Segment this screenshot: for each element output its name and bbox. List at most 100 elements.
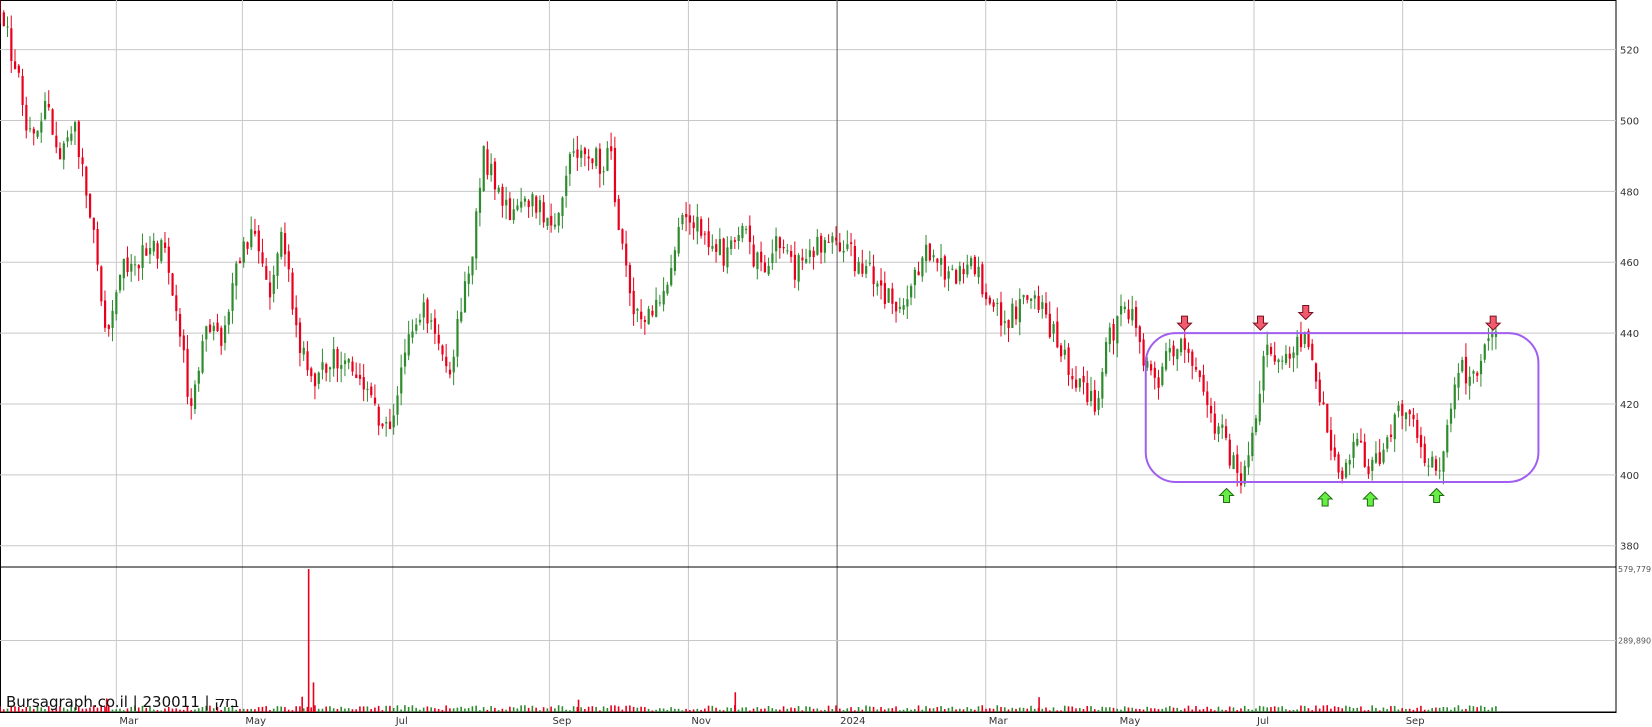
volume-spike	[307, 569, 310, 712]
candle-body	[643, 319, 647, 322]
volume-bar	[827, 705, 830, 712]
volume-bar	[261, 706, 264, 712]
volume-bar	[1273, 706, 1276, 712]
volume-bar	[246, 709, 249, 712]
volume-bar	[1183, 708, 1186, 712]
volume-bar	[584, 708, 586, 712]
volume-bar	[775, 709, 777, 712]
candle-body	[820, 235, 823, 253]
candle-body	[475, 211, 478, 259]
candle-body	[107, 325, 110, 329]
candle-body	[1273, 355, 1276, 362]
candle-body	[1198, 370, 1201, 378]
candle-body	[81, 157, 84, 165]
candle-body	[1172, 345, 1175, 357]
candle-body	[1187, 348, 1190, 353]
volume-bar	[1281, 706, 1283, 712]
volume-bar	[254, 709, 256, 712]
candle-body	[362, 377, 365, 390]
candle-body	[887, 288, 890, 303]
volume-bar	[1067, 706, 1070, 712]
candle-body	[838, 242, 842, 252]
candle-body	[478, 187, 482, 213]
volume-bar	[1101, 706, 1104, 712]
volume-bar	[1285, 709, 1287, 712]
candle-body	[77, 121, 80, 158]
volume-bar	[385, 705, 387, 712]
volume-bar	[1277, 707, 1280, 712]
candle-body	[40, 121, 43, 133]
volume-bar	[531, 705, 534, 712]
volume-bar	[805, 706, 807, 712]
volume-bar	[1217, 706, 1220, 712]
volume-bar	[880, 707, 882, 712]
volume-bar	[396, 705, 399, 712]
volume-bar	[295, 706, 297, 712]
volume-bar	[801, 710, 804, 712]
volume-bar	[392, 707, 395, 712]
candle-body	[1277, 359, 1280, 363]
candle-body	[265, 266, 268, 280]
volume-bar	[1180, 709, 1182, 712]
candle-body	[347, 359, 350, 363]
candle-body	[1416, 419, 1419, 438]
candle-body	[1112, 324, 1115, 341]
candle-body	[96, 229, 99, 265]
candle-body	[1011, 303, 1014, 328]
volume-bar	[374, 707, 376, 712]
volume-bar	[1495, 706, 1497, 712]
time-tick-label: Jul	[1256, 716, 1269, 727]
candle-body	[580, 150, 583, 158]
volume-bar	[1450, 709, 1452, 712]
volume-bar	[655, 709, 657, 712]
candle-body	[1247, 455, 1250, 468]
volume-bar	[1000, 707, 1002, 712]
volume-bar	[257, 707, 260, 712]
volume-bar	[1442, 707, 1445, 712]
volume-bar	[2, 709, 5, 712]
volume-bar	[1363, 710, 1366, 712]
candle-body	[1292, 352, 1295, 359]
volume-bar	[865, 705, 867, 712]
volume-bar	[464, 708, 466, 712]
candle-body	[1149, 364, 1153, 371]
volume-bar	[366, 706, 369, 712]
candle-body	[508, 198, 512, 220]
volume-bar	[1232, 707, 1235, 712]
candle-body	[381, 423, 384, 427]
candle-body	[756, 252, 759, 270]
volume-bar	[1165, 707, 1167, 712]
volume-bar	[1131, 707, 1134, 712]
volume-bar	[269, 709, 271, 712]
volume-bar	[1138, 708, 1141, 712]
volume-bar	[539, 710, 541, 712]
volume-bar	[674, 708, 676, 712]
volume-bar	[520, 705, 522, 712]
volume-bar	[1337, 707, 1340, 712]
volume-bar	[1480, 705, 1482, 712]
volume-bar	[1003, 707, 1006, 712]
candle-body	[1194, 367, 1198, 370]
volume-bar	[842, 710, 845, 712]
volume-bar	[340, 706, 342, 712]
volume-bar	[947, 708, 950, 712]
candle-body	[598, 148, 602, 174]
volume-bar	[659, 708, 661, 712]
candle-body	[677, 226, 680, 254]
volume-bar	[1026, 708, 1029, 712]
volume-bar	[1333, 706, 1336, 712]
volume-spike	[312, 682, 315, 712]
volume-bar	[617, 706, 620, 712]
volume-bar	[1352, 708, 1355, 712]
volume-bar	[1393, 705, 1396, 712]
candle-body	[396, 395, 399, 415]
candle-body	[137, 265, 140, 269]
candle-body	[636, 308, 639, 311]
candle-body	[527, 200, 530, 208]
candle-body	[733, 240, 737, 242]
volume-bar	[494, 707, 496, 712]
volume-bar	[1461, 709, 1463, 712]
candle-body	[223, 325, 227, 343]
candle-body	[1048, 313, 1051, 338]
watermark-label: Bursagraph.co.il | 230011 | בזק	[6, 693, 239, 711]
